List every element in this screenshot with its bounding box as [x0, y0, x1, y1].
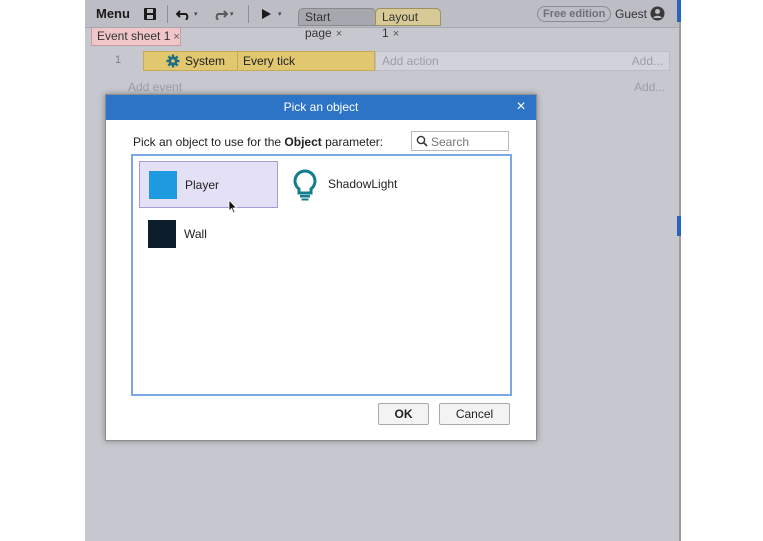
- close-icon[interactable]: ×: [393, 28, 399, 40]
- prompt-parameter: Object: [284, 135, 322, 149]
- dialog-title: Pick an object: [283, 100, 359, 114]
- event-number: 1: [115, 54, 122, 66]
- ok-button[interactable]: OK: [378, 403, 429, 425]
- tab-label: Start page: [305, 10, 332, 40]
- prompt-prefix: Pick an object to use for the: [133, 135, 285, 149]
- save-icon[interactable]: [143, 5, 157, 23]
- tab-event-sheet-1[interactable]: Event sheet 1 ×: [91, 28, 181, 46]
- dialog-titlebar[interactable]: Pick an object ×: [106, 95, 536, 120]
- object-name: ShadowLight: [328, 177, 398, 191]
- close-icon[interactable]: ×: [173, 31, 179, 43]
- search-input[interactable]: [431, 134, 505, 149]
- event-row[interactable]: 1 System Every tick Add action Add...: [85, 51, 679, 71]
- square-sprite-icon: [148, 220, 176, 248]
- lightbulb-icon: [293, 169, 317, 201]
- user-icon[interactable]: [650, 6, 665, 21]
- prompt-suffix: parameter:: [321, 135, 384, 149]
- add-event-link[interactable]: Add event: [128, 80, 182, 94]
- condition-block[interactable]: System Every tick: [143, 51, 375, 71]
- add-action-menu[interactable]: Add...: [632, 54, 663, 68]
- close-icon[interactable]: ×: [514, 99, 528, 115]
- pick-object-dialog: Pick an object × Pick an object to use f…: [105, 94, 537, 441]
- close-icon[interactable]: ×: [336, 28, 342, 40]
- menu-button[interactable]: Menu: [91, 4, 135, 24]
- object-item-player[interactable]: Player: [139, 161, 278, 214]
- object-name: Wall: [184, 227, 207, 241]
- redo-icon[interactable]: ▾: [212, 5, 234, 23]
- condition-label: Every tick: [243, 54, 296, 68]
- edition-badge[interactable]: Free edition: [537, 6, 612, 22]
- dialog-prompt: Pick an object to use for the Object par…: [133, 135, 383, 149]
- edge-marker: [677, 216, 681, 236]
- object-list: Player ShadowLight Wall: [131, 154, 512, 396]
- undo-icon[interactable]: ▾: [176, 5, 198, 23]
- tab-label: Event sheet 1: [97, 29, 171, 43]
- gear-icon: [166, 54, 180, 68]
- tab-label: Layout 1: [382, 10, 419, 40]
- user-label[interactable]: Guest: [615, 6, 647, 22]
- search-box[interactable]: [411, 131, 509, 151]
- square-sprite-icon: [149, 171, 177, 199]
- toolbar: Menu ▾ ▾ ▾ Start page × Layout 1 × Free ed…: [85, 0, 679, 40]
- add-event-menu[interactable]: Add...: [634, 80, 665, 94]
- add-action-link[interactable]: Add action: [382, 54, 439, 68]
- condition-object-label: System: [185, 54, 226, 68]
- action-block[interactable]: Add action Add...: [375, 51, 670, 71]
- play-icon[interactable]: ▾: [260, 5, 282, 23]
- cancel-button[interactable]: Cancel: [439, 403, 510, 425]
- object-item-wall[interactable]: Wall: [139, 211, 278, 258]
- edge-marker: [677, 0, 681, 22]
- object-item-shadowlight[interactable]: ShadowLight: [283, 161, 423, 208]
- window-edge: [679, 0, 681, 541]
- object-name: Player: [185, 178, 220, 192]
- search-icon: [416, 135, 428, 147]
- tab-start-page[interactable]: Start page ×: [298, 8, 376, 40]
- tab-layout-1[interactable]: Layout 1 ×: [375, 8, 441, 40]
